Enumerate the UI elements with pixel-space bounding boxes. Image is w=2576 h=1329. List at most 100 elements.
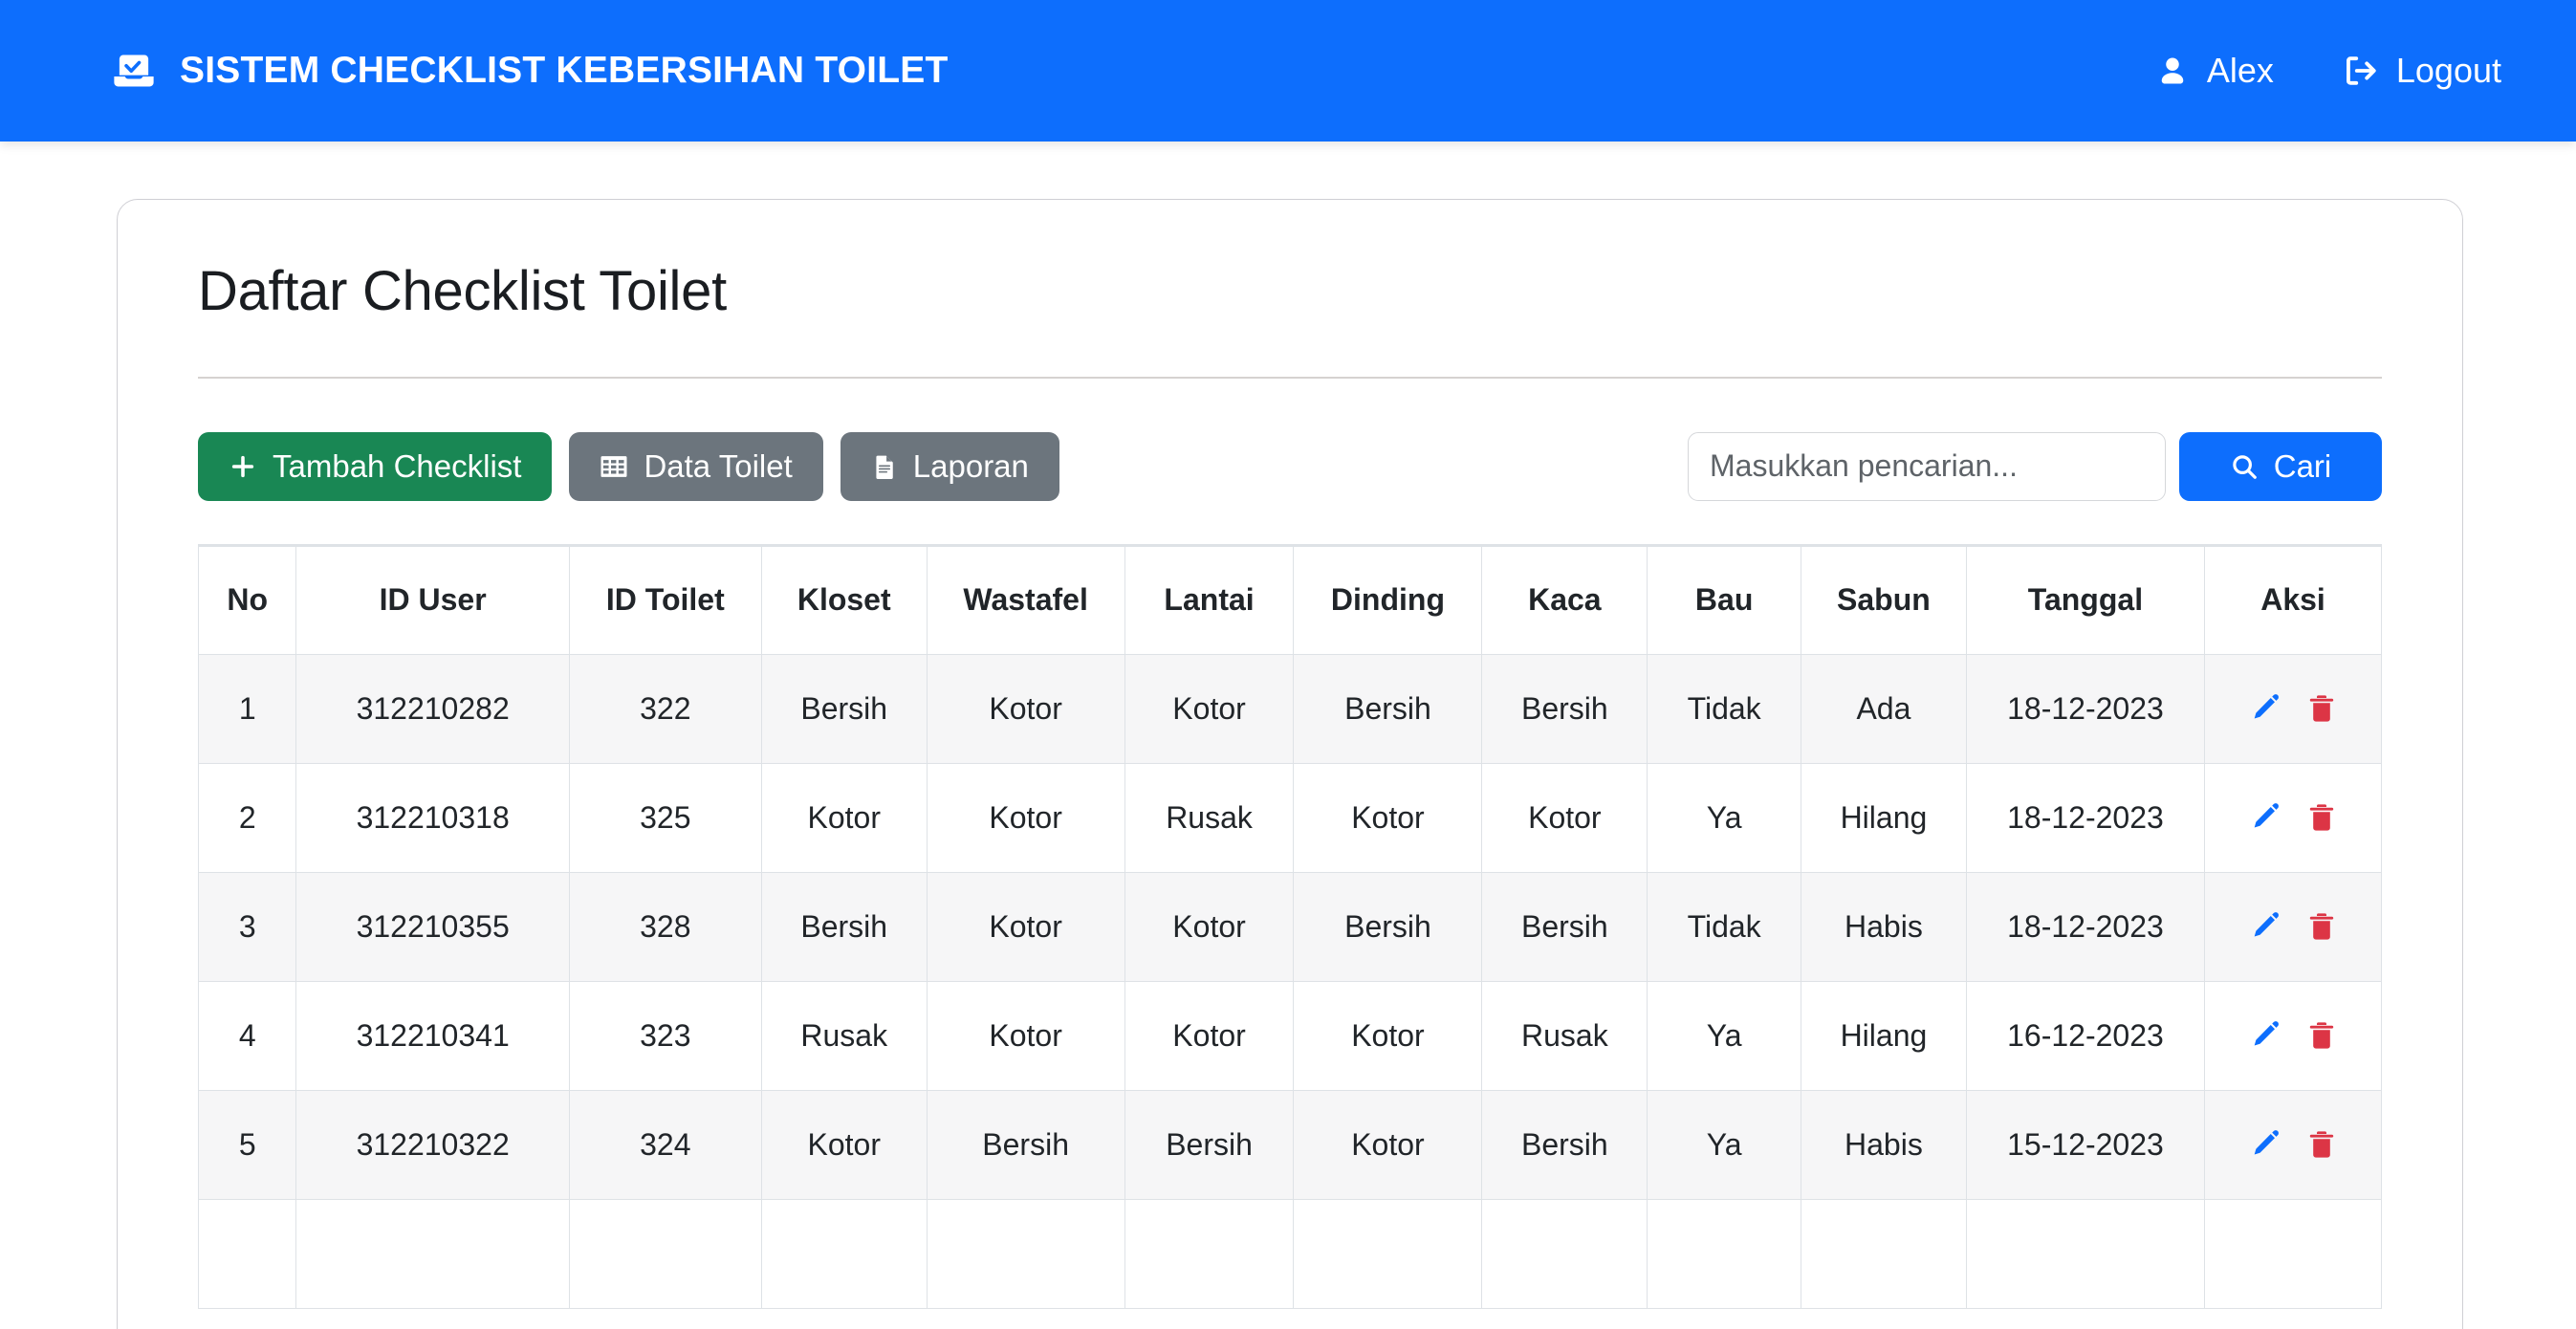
person-fill-icon bbox=[2155, 54, 2190, 88]
pencil-icon bbox=[2249, 801, 2281, 834]
top-navbar: SISTEM CHECKLIST KEBERSIHAN TOILET Alex … bbox=[0, 0, 2576, 142]
table-header: No ID User ID Toilet Kloset Wastafel Lan… bbox=[197, 543, 2382, 655]
column-header-lantai[interactable]: Lantai bbox=[1124, 543, 1295, 655]
row-actions bbox=[2206, 1019, 2381, 1052]
cell-lantai: Kotor bbox=[1124, 980, 1295, 1091]
cell-aksi bbox=[2204, 653, 2382, 764]
row-actions bbox=[2206, 910, 2381, 943]
checklist-table: No ID User ID Toilet Kloset Wastafel Lan… bbox=[197, 543, 2382, 1309]
file-text-icon bbox=[871, 453, 898, 480]
column-header-sabun[interactable]: Sabun bbox=[1801, 543, 1967, 655]
cell-aksi bbox=[2204, 1198, 2382, 1309]
cell-lantai: Bersih bbox=[1124, 1089, 1295, 1200]
cell-wastafel: Bersih bbox=[926, 1089, 1125, 1200]
cell-lantai: Kotor bbox=[1124, 871, 1295, 982]
table-row[interactable] bbox=[197, 1198, 2382, 1309]
pencil-icon bbox=[2249, 910, 2281, 943]
cell-tanggal: 16-12-2023 bbox=[1965, 980, 2206, 1091]
column-header-kloset[interactable]: Kloset bbox=[760, 543, 928, 655]
edit-row-button[interactable] bbox=[2249, 910, 2281, 943]
cell-aksi bbox=[2204, 980, 2382, 1091]
delete-row-button[interactable] bbox=[2306, 693, 2337, 724]
edit-row-button[interactable] bbox=[2249, 692, 2281, 725]
table-body: 1 312210282 322 Bersih Kotor Kotor Bersi… bbox=[197, 653, 2382, 1309]
cell-aksi bbox=[2204, 871, 2382, 982]
delete-row-button[interactable] bbox=[2306, 802, 2337, 833]
column-header-wastafel[interactable]: Wastafel bbox=[926, 543, 1125, 655]
cell-id-user: 312210322 bbox=[295, 1089, 570, 1200]
cell-id-toilet: 323 bbox=[568, 980, 762, 1091]
cell-tanggal bbox=[1965, 1198, 2206, 1309]
search-area: Cari bbox=[1688, 431, 2382, 501]
trash-icon bbox=[2306, 1129, 2337, 1160]
column-header-kaca[interactable]: Kaca bbox=[1481, 543, 1648, 655]
cell-dinding: Kotor bbox=[1293, 1089, 1483, 1200]
cell-tanggal: 18-12-2023 bbox=[1965, 653, 2206, 764]
laporan-button[interactable]: Laporan bbox=[840, 431, 1059, 501]
inbox-check-icon bbox=[113, 50, 155, 92]
trash-icon bbox=[2306, 911, 2337, 942]
delete-row-button[interactable] bbox=[2306, 1020, 2337, 1051]
box-arrow-right-icon bbox=[2343, 53, 2379, 89]
tambah-checklist-button[interactable]: Tambah Checklist bbox=[198, 431, 553, 501]
cell-kloset: Rusak bbox=[760, 980, 928, 1091]
edit-row-button[interactable] bbox=[2249, 1019, 2281, 1052]
checklist-card: Daftar Checklist Toilet Tambah Checklist bbox=[117, 199, 2463, 1329]
table-row[interactable]: 2 312210318 325 Kotor Kotor Rusak Kotor … bbox=[197, 762, 2382, 873]
cell-wastafel: Kotor bbox=[926, 871, 1125, 982]
cell-tanggal: 18-12-2023 bbox=[1965, 762, 2206, 873]
cell-dinding: Bersih bbox=[1293, 871, 1483, 982]
column-header-no[interactable]: No bbox=[197, 543, 297, 655]
cell-id-user: 312210282 bbox=[295, 653, 570, 764]
pencil-icon bbox=[2249, 1128, 2281, 1161]
cell-id-toilet: 325 bbox=[568, 762, 762, 873]
cell-sabun: Ada bbox=[1801, 653, 1967, 764]
edit-row-button[interactable] bbox=[2249, 801, 2281, 834]
cell-sabun: Hilang bbox=[1801, 762, 1967, 873]
cell-aksi bbox=[2204, 1089, 2382, 1200]
cell-aksi bbox=[2204, 762, 2382, 873]
pencil-icon bbox=[2249, 692, 2281, 725]
cell-sabun: Habis bbox=[1801, 1089, 1967, 1200]
logout-button[interactable]: Logout bbox=[2343, 51, 2501, 91]
column-header-dinding[interactable]: Dinding bbox=[1293, 543, 1483, 655]
cell-kaca: Rusak bbox=[1481, 980, 1648, 1091]
cell-kloset: Bersih bbox=[760, 653, 928, 764]
cell-dinding: Kotor bbox=[1293, 980, 1483, 1091]
trash-icon bbox=[2306, 802, 2337, 833]
column-header-id-user[interactable]: ID User bbox=[295, 543, 570, 655]
table-row[interactable]: 3 312210355 328 Bersih Kotor Kotor Bersi… bbox=[197, 871, 2382, 982]
table-row[interactable]: 1 312210282 322 Bersih Kotor Kotor Bersi… bbox=[197, 653, 2382, 764]
cell-kaca bbox=[1481, 1198, 1648, 1309]
user-menu[interactable]: Alex bbox=[2155, 51, 2274, 91]
cari-button[interactable]: Cari bbox=[2179, 431, 2382, 501]
trash-icon bbox=[2306, 1020, 2337, 1051]
data-toilet-button[interactable]: Data Toilet bbox=[569, 431, 823, 501]
tambah-checklist-label: Tambah Checklist bbox=[273, 447, 522, 484]
data-toilet-label: Data Toilet bbox=[644, 447, 793, 484]
cell-id-toilet: 322 bbox=[568, 653, 762, 764]
delete-row-button[interactable] bbox=[2306, 911, 2337, 942]
cell-wastafel: Kotor bbox=[926, 762, 1125, 873]
column-header-bau[interactable]: Bau bbox=[1647, 543, 1802, 655]
cell-kaca: Bersih bbox=[1481, 653, 1648, 764]
cell-bau: Ya bbox=[1647, 762, 1802, 873]
cell-sabun: Hilang bbox=[1801, 980, 1967, 1091]
edit-row-button[interactable] bbox=[2249, 1128, 2281, 1161]
table-row[interactable]: 4 312210341 323 Rusak Kotor Kotor Kotor … bbox=[197, 980, 2382, 1091]
column-header-id-toilet[interactable]: ID Toilet bbox=[568, 543, 762, 655]
table-row[interactable]: 5 312210322 324 Kotor Bersih Bersih Koto… bbox=[197, 1089, 2382, 1200]
toolbar: Tambah Checklist Data Toilet Laporan Mas… bbox=[198, 431, 2382, 501]
cell-id-user: 312210318 bbox=[295, 762, 570, 873]
title-divider bbox=[198, 377, 2382, 379]
cell-id-toilet: 324 bbox=[568, 1089, 762, 1200]
column-header-tanggal[interactable]: Tanggal bbox=[1965, 543, 2206, 655]
delete-row-button[interactable] bbox=[2306, 1129, 2337, 1160]
cell-wastafel: Kotor bbox=[926, 980, 1125, 1091]
brand[interactable]: SISTEM CHECKLIST KEBERSIHAN TOILET bbox=[113, 50, 948, 92]
row-actions bbox=[2206, 801, 2381, 834]
cell-lantai: Rusak bbox=[1124, 762, 1295, 873]
navbar-right: Alex Logout bbox=[2155, 51, 2501, 91]
trash-icon bbox=[2306, 693, 2337, 724]
search-input[interactable] bbox=[1688, 431, 2166, 501]
